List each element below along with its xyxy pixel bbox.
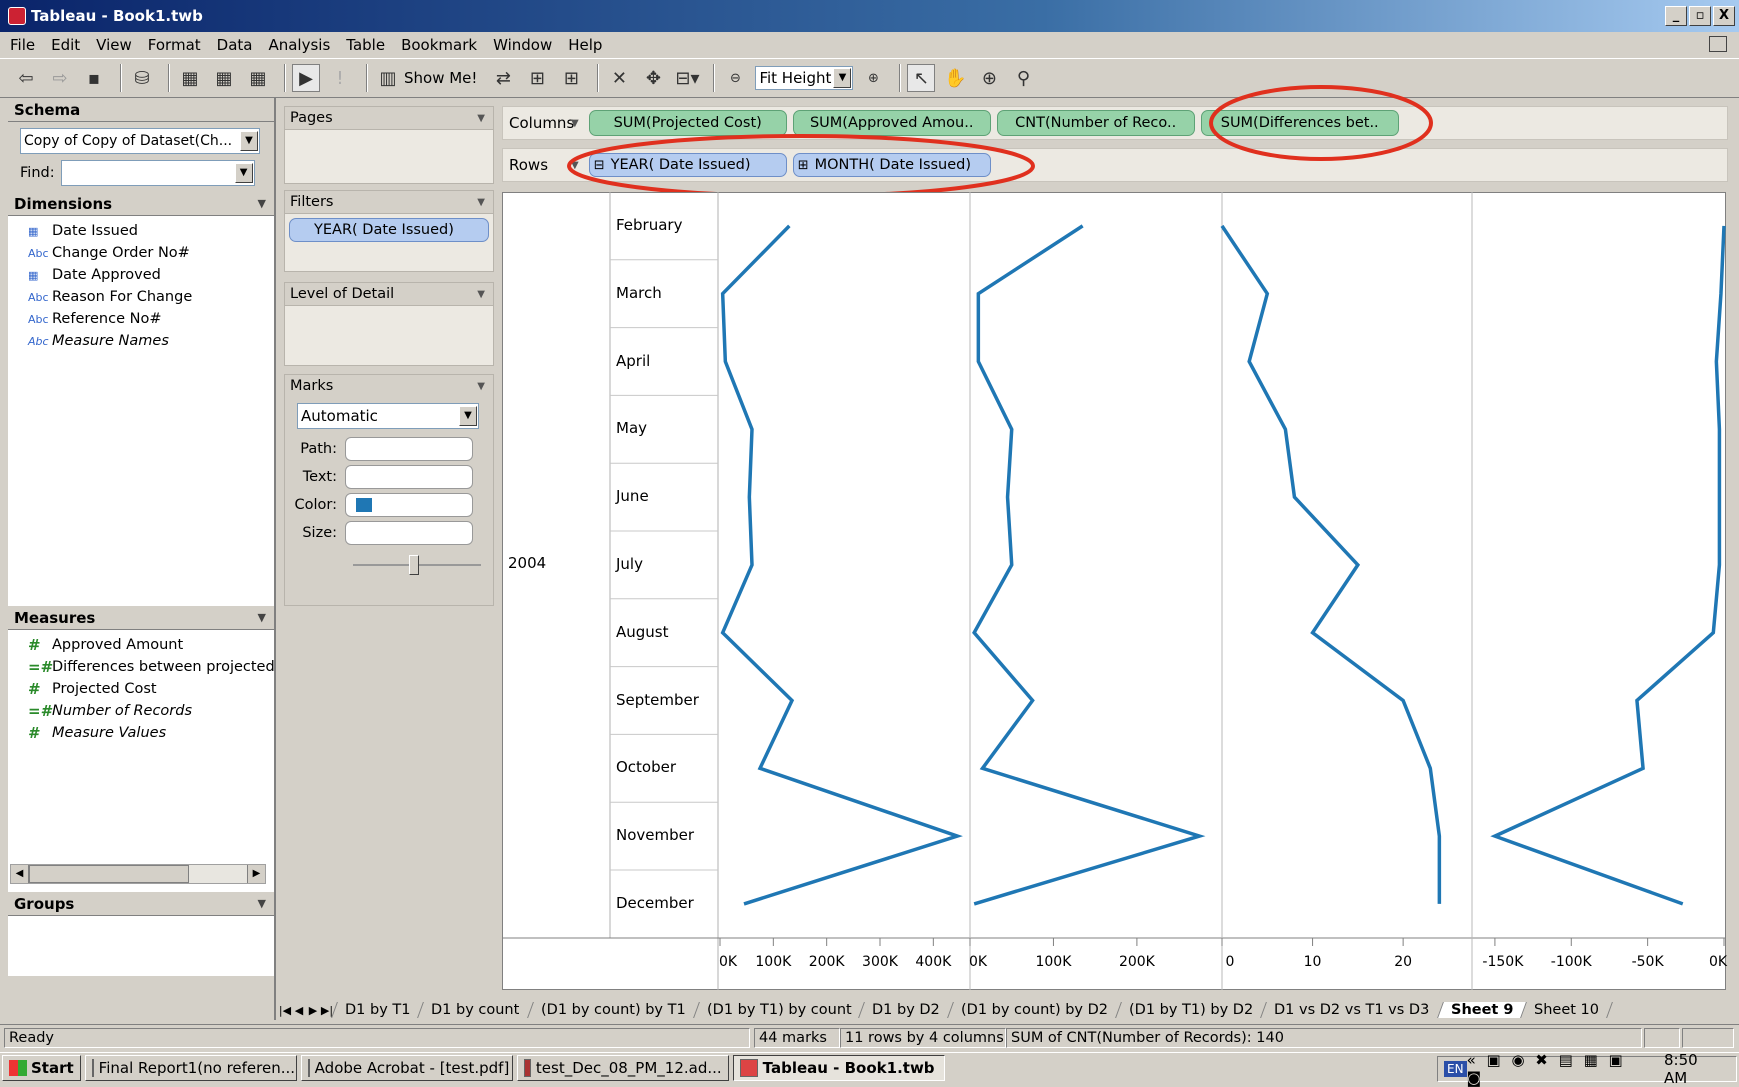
- status-marks: 44 marks: [754, 1028, 840, 1048]
- axis-tick-label: -150K: [1482, 954, 1524, 970]
- acrobat-icon: [307, 1059, 310, 1077]
- tab-d1-count-by-d2[interactable]: (D1 by count) by D2: [947, 1002, 1121, 1018]
- tab-d1-count-by-t1[interactable]: (D1 by count) by T1: [526, 1002, 699, 1018]
- tab-d1-t1-by-d2[interactable]: (D1 by T1) by D2: [1115, 1002, 1267, 1018]
- next-sheet-icon[interactable]: ▶: [306, 1004, 320, 1017]
- language-indicator[interactable]: EN: [1444, 1061, 1467, 1077]
- axis-tick-label: -50K: [1631, 954, 1664, 970]
- word-icon: [91, 1059, 94, 1077]
- windows-logo-icon: [9, 1060, 27, 1076]
- axis-tick-label: 200K: [808, 954, 845, 970]
- system-tray: EN « ▣ ◉ ✖ ▤ ▦ ▣ ◙ 8:50 AM: [1437, 1051, 1737, 1087]
- status-dimensions: 11 rows by 4 columns: [840, 1028, 1006, 1048]
- status-bar: Ready 44 marks 11 rows by 4 columns SUM …: [0, 1024, 1739, 1050]
- tab-d1-by-count[interactable]: D1 by count: [417, 1002, 533, 1018]
- taskbar: Start Final Report1(no referen... Adobe …: [0, 1051, 1739, 1087]
- axis-tick-label: 0K: [968, 954, 988, 970]
- tab-d1-t1-by-count[interactable]: (D1 by T1) by count: [692, 1002, 865, 1018]
- tableau-icon: [739, 1059, 758, 1077]
- tray-icons[interactable]: « ▣ ◉ ✖ ▤ ▦ ▣ ◙: [1467, 1051, 1646, 1087]
- axis-tick-label: 200K: [1118, 954, 1155, 970]
- axis-tick-label: 20: [1394, 954, 1413, 970]
- axis-tick-label: 100K: [1035, 954, 1072, 970]
- clock: 8:50 AM: [1664, 1051, 1698, 1087]
- task-tableau[interactable]: Tableau - Book1.twb: [732, 1055, 945, 1081]
- axis-tick-label: 0K: [718, 954, 738, 970]
- series-line-4[interactable]: [1490, 225, 1726, 906]
- series-line-1[interactable]: [720, 224, 963, 906]
- status-summary: SUM of CNT(Number of Records): 140: [1006, 1028, 1642, 1048]
- tab-sheet-9[interactable]: Sheet 9: [1436, 1002, 1526, 1018]
- series-line-2[interactable]: [972, 224, 1206, 906]
- axis-tick-label: 0K: [1708, 954, 1728, 970]
- sheet-tabs: |◀ ◀ ▶ ▶| D1 by T1 D1 by count (D1 by co…: [278, 998, 1738, 1022]
- task-acrobat[interactable]: Adobe Acrobat - [test.pdf]: [300, 1055, 513, 1081]
- axis-tick-label: 300K: [862, 954, 898, 970]
- task-test-dec[interactable]: test_Dec_08_PM_12.ad...: [516, 1055, 729, 1081]
- task-word[interactable]: Final Report1(no referen...: [84, 1055, 297, 1081]
- status-ready: Ready: [4, 1028, 750, 1048]
- line-chart[interactable]: [0, 0, 1739, 1083]
- axis-tick-label: 10: [1303, 954, 1322, 970]
- axis-tick-label: -100K: [1550, 954, 1592, 970]
- start-button[interactable]: Start: [2, 1055, 81, 1081]
- series-line-3[interactable]: [1220, 224, 1442, 904]
- tab-d1-by-t1[interactable]: D1 by T1: [331, 1002, 424, 1018]
- app-icon: [523, 1059, 531, 1077]
- tab-sheet-10[interactable]: Sheet 10: [1520, 1002, 1613, 1018]
- prev-sheet-icon[interactable]: ◀: [292, 1004, 306, 1017]
- tab-d1-by-d2[interactable]: D1 by D2: [858, 1002, 953, 1018]
- first-sheet-icon[interactable]: |◀: [278, 1004, 292, 1017]
- axis-tick-label: 0: [1225, 954, 1235, 970]
- axis-tick-label: 100K: [755, 954, 792, 970]
- axis-tick-label: 400K: [915, 954, 952, 970]
- tab-d1-vs-d2[interactable]: D1 vs D2 vs T1 vs D3: [1260, 1002, 1443, 1018]
